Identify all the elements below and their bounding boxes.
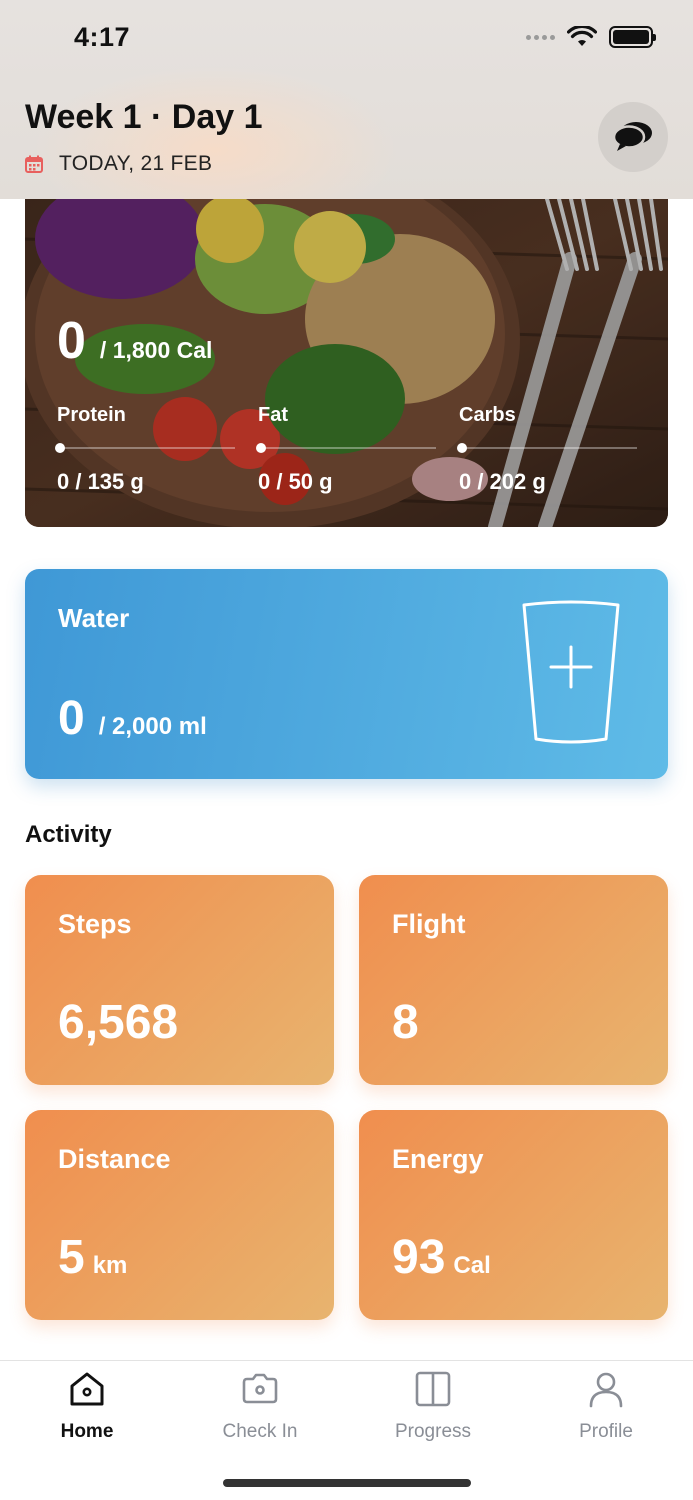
user-icon [586,1369,626,1409]
macro-carbs: Carbs 0 / 202 g [457,404,637,495]
macro-value: 0 / 135 g [57,469,144,494]
status-icons [526,26,656,48]
nutrition-card[interactable]: 0 / 1,800 Cal Protein 0 / 135 g Fat 0 / … [25,199,668,527]
tab-bar: Home Check In Progress Profile [0,1360,693,1500]
calendar-icon [25,155,43,173]
activity-value-row: 93 Cal [392,1230,491,1285]
water-title: Water [58,603,130,633]
add-glass-icon[interactable] [520,599,622,749]
activity-card-energy[interactable]: Energy 93 Cal [359,1110,668,1320]
tab-label: Check In [222,1421,298,1442]
water-value: 0 [58,692,85,745]
activity-label: Flight [392,909,466,939]
activity-value: 93 [392,1231,446,1284]
activity-unit: Cal [453,1252,491,1279]
macro-label: Protein [57,404,126,426]
tab-progress[interactable]: Progress [363,1369,503,1443]
status-time: 4:17 [74,22,131,52]
date-row: TODAY, 21 FEB [25,152,212,176]
activity-card-distance[interactable]: Distance 5 km [25,1110,334,1320]
activity-card-flight[interactable]: Flight 8 [359,875,668,1085]
home-icon [67,1369,107,1409]
macro-progress-bar [457,443,637,453]
wifi-icon [567,26,597,46]
macro-progress-bar [55,443,235,453]
calories-target: / 1,800 Cal [99,337,213,363]
tab-label: Progress [394,1421,472,1442]
activity-label: Steps [58,909,132,939]
activity-value: 6,568 [58,996,179,1049]
book-icon [413,1369,453,1409]
macro-fat: Fat 0 / 50 g [256,404,436,495]
water-target: / 2,000 ml [98,713,207,740]
macro-value: 0 / 202 g [459,469,546,494]
tab-profile[interactable]: Profile [536,1369,676,1443]
activity-heading: Activity [25,821,112,848]
activity-label: Distance [58,1144,171,1174]
activity-unit: km [92,1252,128,1279]
chat-bubbles-icon [612,122,652,151]
tab-check-in[interactable]: Check In [190,1369,330,1443]
tab-home[interactable]: Home [17,1369,157,1443]
header: 4:17 Week 1 · Day 1 TODAY, 21 FEB [0,0,693,199]
calories-summary: 0 / 1,800 Cal [57,311,212,371]
activity-value-row: 8 [392,995,427,1050]
macro-label: Fat [258,404,288,426]
chat-button[interactable] [598,102,668,172]
camera-icon [240,1369,280,1409]
home-indicator [223,1479,471,1487]
water-summary: 0 / 2,000 ml [58,691,207,746]
tab-label: Home [60,1421,114,1442]
activity-card-steps[interactable]: Steps 6,568 [25,875,334,1085]
page-title: Week 1 · Day 1 [25,98,263,136]
activity-value-row: 5 km [58,1230,127,1285]
macro-label: Carbs [459,404,516,426]
water-card[interactable]: Water 0 / 2,000 ml [25,569,668,779]
macro-value: 0 / 50 g [258,469,333,494]
date-label: TODAY, 21 FEB [59,152,213,175]
battery-icon [609,26,656,48]
activity-label: Energy [392,1144,484,1174]
signal-icon [526,34,555,40]
activity-value-row: 6,568 [58,995,186,1050]
tab-label: Profile [579,1421,633,1442]
macro-progress-bar [256,443,436,453]
activity-value: 8 [392,996,419,1049]
macro-protein: Protein 0 / 135 g [55,404,235,495]
calories-value: 0 [57,312,86,370]
activity-value: 5 [58,1231,85,1284]
